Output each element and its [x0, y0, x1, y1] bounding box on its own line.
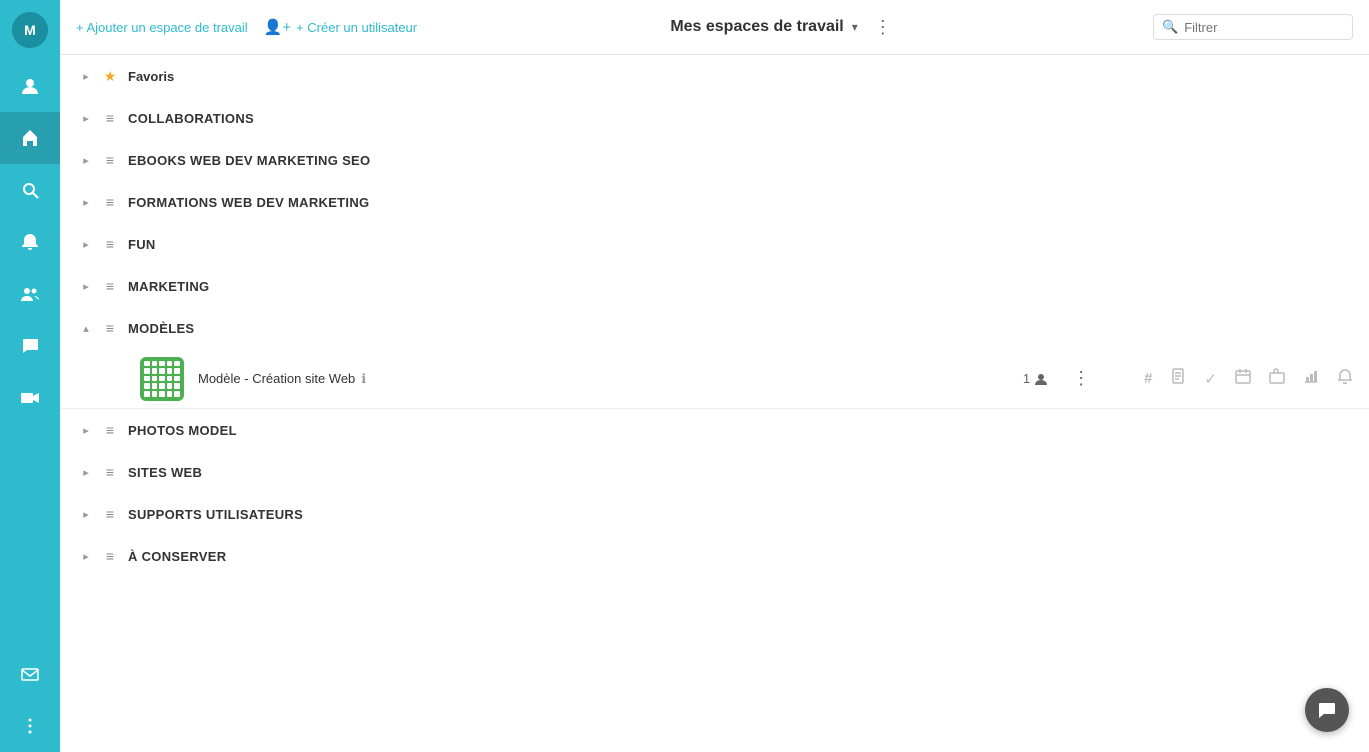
workspace-name: Modèle - Création site Web ℹ — [198, 371, 1023, 387]
chevron-sitesweb — [76, 462, 96, 482]
search-icon[interactable] — [0, 164, 60, 216]
workspace-meta: 1 — [1023, 371, 1048, 386]
avatar: M — [12, 12, 48, 48]
collaborations-label: COLLABORATIONS — [128, 111, 254, 126]
ebooks-label: EBOOKS Web DeV Marketing SEO — [128, 153, 370, 168]
member-count: 1 — [1023, 371, 1030, 386]
chevron-favoris — [76, 66, 96, 86]
search-icon: 🔍 — [1162, 19, 1178, 35]
marketing-label: MARKETING — [128, 279, 209, 294]
topbar-center: Mes espaces de travail ⋮ — [433, 13, 1137, 42]
bell-icon[interactable] — [0, 216, 60, 268]
main-content: + Ajouter un espace de travail 👤+ + Crée… — [60, 0, 1369, 752]
hashtag-icon[interactable]: # — [1144, 370, 1152, 387]
user-profile-icon[interactable] — [0, 60, 60, 112]
sidebar: M — [0, 0, 60, 752]
check-icon[interactable]: ✓ — [1204, 370, 1217, 388]
chevron-collaborations — [76, 108, 96, 128]
list-icon-ebooks: ≡ — [100, 150, 120, 170]
supports-label: SUPPORTS Utilisateurs — [128, 507, 303, 522]
list-icon-sitesweb: ≡ — [100, 462, 120, 482]
list-icon-modeles: ≡ — [100, 318, 120, 338]
list-icon-supports: ≡ — [100, 504, 120, 524]
chevron-supports — [76, 504, 96, 524]
list-icon-photos: ≡ — [100, 420, 120, 440]
list-item-supports[interactable]: ≡ SUPPORTS Utilisateurs — [60, 493, 1369, 535]
favoris-label: Favoris — [128, 69, 174, 84]
list-item-photos[interactable]: ≡ PHOTOS Model — [60, 409, 1369, 451]
contacts-icon[interactable] — [0, 268, 60, 320]
list-icon-collaborations: ≡ — [100, 108, 120, 128]
search-input[interactable] — [1184, 20, 1344, 35]
workspace-info-icon[interactable]: ℹ — [361, 371, 366, 387]
workspace-actions: # ✓ — [1144, 368, 1353, 389]
list-item-formations[interactable]: ≡ FORMATIONS Web Dev Marketing — [60, 181, 1369, 223]
chart-icon[interactable] — [1303, 368, 1319, 389]
list-item-aconserver[interactable]: ≡ À CONSERVER — [60, 535, 1369, 577]
formations-label: FORMATIONS Web Dev Marketing — [128, 195, 369, 210]
workspace-thumbnail — [140, 357, 184, 401]
briefcase-icon[interactable] — [1269, 368, 1285, 389]
list-icon-marketing: ≡ — [100, 276, 120, 296]
chevron-modeles — [76, 318, 96, 338]
email-icon[interactable] — [0, 648, 60, 700]
workspace-more-button[interactable]: ⋮ — [1068, 364, 1094, 393]
aconserver-label: À CONSERVER — [128, 549, 226, 564]
topbar-left: + Ajouter un espace de travail 👤+ + Crée… — [76, 18, 417, 36]
topbar: + Ajouter un espace de travail 👤+ + Crée… — [60, 0, 1369, 55]
chevron-fun — [76, 234, 96, 254]
workspace-row-modele: Modèle - Création site Web ℹ 1 ⋮ # — [60, 349, 1369, 409]
chevron-photos — [76, 420, 96, 440]
photos-label: PHOTOS Model — [128, 423, 237, 438]
calendar-icon[interactable] — [1235, 368, 1251, 389]
add-workspace-label: + Ajouter un espace de travail — [76, 20, 248, 35]
fun-label: FUN — [128, 237, 156, 252]
list-item-fun[interactable]: ≡ FUN — [60, 223, 1369, 265]
list-item-modeles[interactable]: ≡ MODÈLES — [60, 307, 1369, 349]
topbar-right: 🔍 — [1153, 14, 1353, 40]
svg-text:M: M — [24, 22, 36, 38]
video-icon[interactable] — [0, 372, 60, 424]
list-icon-formations: ≡ — [100, 192, 120, 212]
search-box: 🔍 — [1153, 14, 1353, 40]
add-workspace-button[interactable]: + Ajouter un espace de travail — [76, 20, 248, 35]
chevron-aconserver — [76, 546, 96, 566]
list-item-favoris[interactable]: ★ Favoris — [60, 55, 1369, 97]
chevron-ebooks — [76, 150, 96, 170]
list-item-ebooks[interactable]: ≡ EBOOKS Web DeV Marketing SEO — [60, 139, 1369, 181]
modeles-label: MODÈLES — [128, 321, 194, 336]
list-item-collaborations[interactable]: ≡ COLLABORATIONS — [60, 97, 1369, 139]
document-icon[interactable] — [1170, 368, 1186, 389]
list-item-sitesweb[interactable]: ≡ SITES WEB — [60, 451, 1369, 493]
page-title: Mes espaces de travail — [670, 18, 843, 36]
more-options-icon[interactable] — [0, 700, 60, 752]
home-icon[interactable] — [0, 112, 60, 164]
member-icon — [1034, 372, 1048, 386]
star-icon: ★ — [100, 66, 120, 86]
notification-bell-icon[interactable] — [1337, 368, 1353, 389]
create-user-icon: 👤+ — [264, 18, 291, 36]
workspace-name-text: Modèle - Création site Web — [198, 371, 355, 386]
avatar-container[interactable]: M — [0, 0, 60, 60]
create-user-button[interactable]: 👤+ + Créer un utilisateur — [264, 18, 417, 36]
title-dropdown-icon[interactable] — [852, 20, 858, 34]
create-user-label: + Créer un utilisateur — [296, 20, 417, 35]
list-item-marketing[interactable]: ≡ MARKETING — [60, 265, 1369, 307]
chevron-formations — [76, 192, 96, 212]
chat-icon[interactable] — [0, 320, 60, 372]
sitesweb-label: SITES WEB — [128, 465, 202, 480]
list-icon-fun: ≡ — [100, 234, 120, 254]
list-icon-aconserver: ≡ — [100, 546, 120, 566]
topbar-more-button[interactable]: ⋮ — [866, 13, 900, 42]
workspace-list: ★ Favoris ≡ COLLABORATIONS ≡ EBOOKS Web … — [60, 55, 1369, 752]
chat-bubble[interactable] — [1305, 688, 1349, 732]
chevron-marketing — [76, 276, 96, 296]
